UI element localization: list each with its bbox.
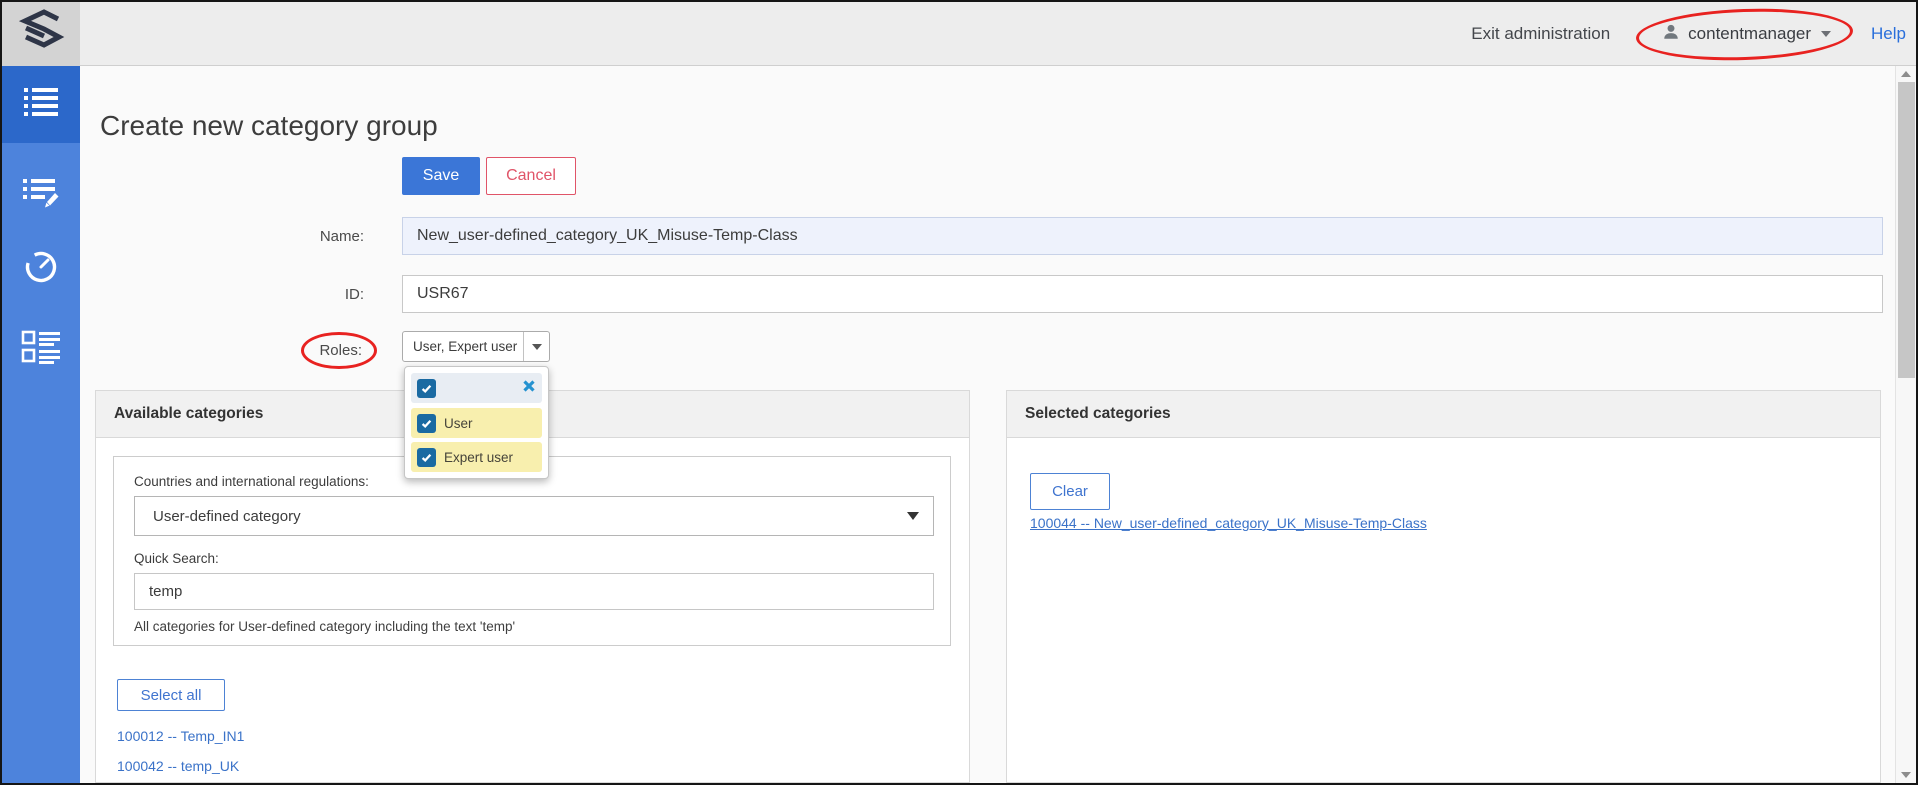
name-field[interactable]	[402, 217, 1883, 255]
select-all-button[interactable]: Select all	[117, 679, 225, 711]
selected-categories-panel: Selected categories Clear 100044 -- New_…	[1006, 390, 1881, 783]
roles-option-label: Expert user	[444, 450, 513, 465]
clock-gauge-icon	[24, 250, 58, 289]
list-edit-icon	[23, 178, 59, 213]
chevron-down-icon	[907, 512, 919, 520]
sidebar-item-category-groups[interactable]	[2, 66, 80, 143]
quick-search-input[interactable]	[134, 573, 934, 610]
cancel-button[interactable]: Cancel	[486, 157, 576, 195]
checkbox-checked-icon[interactable]	[417, 379, 436, 398]
panel-title: Available categories	[114, 405, 263, 423]
roles-dropdown-toggle[interactable]	[523, 332, 549, 361]
panel-header: Selected categories	[1007, 391, 1880, 438]
card-list-icon	[21, 330, 61, 369]
id-label: ID:	[234, 286, 364, 303]
country-filter-select[interactable]: User-defined category	[134, 496, 934, 536]
close-icon[interactable]	[522, 379, 536, 398]
roles-multiselect[interactable]: User, Expert user	[402, 331, 550, 362]
app-window: Exit administration contentmanager Help	[0, 0, 1918, 785]
roles-selected-value: User, Expert user	[403, 339, 523, 354]
search-hint-text: All categories for User-defined category…	[134, 619, 930, 634]
category-link[interactable]: 100012 -- Temp_IN1	[117, 728, 244, 744]
page-title: Create new category group	[100, 110, 438, 142]
roles-label: Roles:	[234, 342, 362, 359]
panel-title: Selected categories	[1025, 405, 1171, 423]
category-filter-box: Countries and international regulations:…	[113, 456, 951, 646]
scroll-down-arrow-icon[interactable]	[1901, 772, 1911, 778]
category-link[interactable]: 100042 -- temp_UK	[117, 758, 239, 774]
chevron-down-icon	[1821, 31, 1831, 37]
quick-search-label: Quick Search:	[134, 551, 930, 566]
roles-dropdown-panel: User Expert user	[404, 366, 549, 479]
sidebar-item-schedule[interactable]	[2, 238, 80, 300]
scroll-up-arrow-icon[interactable]	[1901, 71, 1911, 77]
roles-option-user[interactable]: User	[411, 408, 542, 438]
name-label: Name:	[234, 228, 364, 245]
scrollbar-thumb[interactable]	[1898, 82, 1915, 378]
selected-category-link[interactable]: 100044 -- New_user-defined_category_UK_M…	[1030, 515, 1427, 531]
select-caret-zone	[893, 512, 933, 520]
vertical-scrollbar[interactable]	[1895, 66, 1916, 783]
brand-s-icon	[15, 6, 67, 63]
user-icon	[1662, 23, 1680, 46]
roles-select-all-row[interactable]	[411, 373, 542, 403]
top-bar-actions: Exit administration contentmanager Help	[1471, 2, 1906, 66]
roles-option-label: User	[444, 416, 473, 431]
user-name: contentmanager	[1688, 24, 1811, 44]
top-bar: Exit administration contentmanager Help	[2, 2, 1916, 66]
user-menu[interactable]: contentmanager	[1652, 17, 1841, 52]
checkbox-checked-icon[interactable]	[417, 414, 436, 433]
help-link[interactable]: Help	[1871, 24, 1906, 44]
country-filter-value: User-defined category	[135, 508, 893, 525]
save-button[interactable]: Save	[402, 157, 480, 195]
chevron-down-icon	[532, 344, 542, 350]
roles-option-expert-user[interactable]: Expert user	[411, 442, 542, 472]
clear-button[interactable]: Clear	[1030, 473, 1110, 510]
checkbox-checked-icon[interactable]	[417, 448, 436, 467]
app-logo[interactable]	[2, 2, 80, 66]
sidebar-item-edit-lists[interactable]	[2, 166, 80, 224]
exit-administration-link[interactable]: Exit administration	[1471, 24, 1610, 44]
list-icon	[24, 87, 58, 122]
sidebar	[2, 66, 80, 783]
id-field[interactable]	[402, 275, 1883, 313]
sidebar-item-content-blocks[interactable]	[2, 318, 80, 380]
